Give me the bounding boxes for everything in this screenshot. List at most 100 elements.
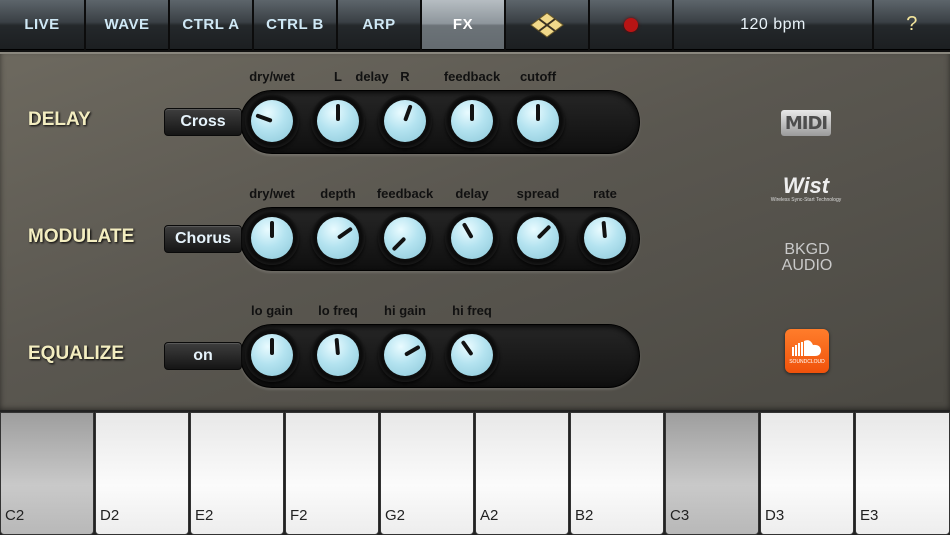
eq-hi-freq-knob[interactable] [445, 328, 499, 382]
modulate-delay-knob[interactable] [445, 211, 499, 265]
delay-left-knob[interactable] [311, 94, 365, 148]
modulate-feedback-knob[interactable] [378, 211, 432, 265]
knob-cap [251, 100, 293, 142]
tab-label: WAVE [104, 16, 150, 33]
piano-key[interactable]: G2 [380, 412, 474, 535]
knob-pointer [270, 221, 274, 238]
knob-pointer [336, 226, 354, 240]
tab-wave[interactable]: WAVE [86, 0, 168, 50]
wist-logo-button[interactable]: Wist Wireless Sync-Start Technology [770, 173, 842, 204]
tempo-value: 120 bpm [740, 15, 806, 33]
knob-pointer [334, 337, 340, 356]
knob-label: rate [593, 186, 617, 201]
tab-ctrl-b[interactable]: CTRL B [254, 0, 336, 50]
knob-cap [317, 217, 359, 259]
tab-live[interactable]: LIVE [0, 0, 84, 50]
delay-drywet-knob[interactable] [245, 94, 299, 148]
piano-key[interactable]: A2 [475, 412, 569, 535]
key-label: A2 [480, 507, 499, 524]
knob-cap [384, 100, 426, 142]
knob-cap [584, 217, 626, 259]
tab-arp[interactable]: ARP [338, 0, 420, 50]
key-label: G2 [385, 507, 406, 524]
eq-lo-freq-knob[interactable] [311, 328, 365, 382]
piano-key[interactable]: D3 [760, 412, 854, 535]
knob-cap [251, 334, 293, 376]
key-label: D3 [765, 507, 785, 524]
knob-pointer [536, 224, 552, 240]
equalize-knob-tray [240, 324, 640, 388]
tab-fx[interactable]: FX [422, 0, 504, 50]
modulate-mode-button[interactable]: Chorus [164, 225, 242, 253]
diamond-icon [530, 11, 564, 38]
piano-key[interactable]: C3 [665, 412, 759, 535]
eq-hi-gain-knob[interactable] [378, 328, 432, 382]
midi-logo-button[interactable]: MIDI [781, 110, 831, 136]
piano-key[interactable]: B2 [570, 412, 664, 535]
tab-label: FX [452, 16, 474, 33]
knob-label: dry/wet [249, 69, 295, 84]
knob-pointer [336, 104, 340, 121]
key-label: E2 [195, 507, 214, 524]
knob-pointer [255, 113, 273, 123]
delay-feedback-knob[interactable] [445, 94, 499, 148]
modulate-spread-knob[interactable] [511, 211, 565, 265]
key-label: D2 [100, 507, 120, 524]
knob-pointer [536, 104, 540, 121]
piano-key[interactable]: D2 [95, 412, 189, 535]
eq-lo-gain-knob[interactable] [245, 328, 299, 382]
tab-label: CTRL A [182, 16, 240, 33]
midi-logo-text: MIDI [784, 112, 828, 134]
knob-label: R [400, 69, 410, 84]
modulate-title: MODULATE [28, 226, 135, 247]
equalize-toggle-button[interactable]: on [164, 342, 242, 370]
help-button[interactable]: ? [874, 0, 950, 50]
piano-key[interactable]: E2 [190, 412, 284, 535]
diamond-menu-button[interactable] [506, 0, 588, 50]
knob-pointer [461, 222, 474, 239]
delay-mode-button[interactable]: Cross [164, 108, 242, 136]
record-icon [624, 17, 638, 32]
tab-ctrl-a[interactable]: CTRL A [170, 0, 252, 50]
knob-cap [317, 100, 359, 142]
knob-cap [317, 334, 359, 376]
key-label: C3 [670, 507, 690, 524]
top-nav: LIVE WAVE CTRL A CTRL B ARP FX 120 bpm ? [0, 0, 950, 50]
help-label: ? [906, 13, 918, 35]
modulate-drywet-knob[interactable] [245, 211, 299, 265]
soundcloud-button[interactable]: SOUNDCLOUD [785, 329, 829, 373]
tempo-button[interactable]: 120 bpm [674, 0, 872, 50]
tab-label: LIVE [24, 16, 60, 33]
delay-knob-tray [240, 90, 640, 154]
background-audio-label: BKGD AUDIO [781, 241, 833, 274]
equalize-title: EQUALIZE [28, 343, 125, 364]
tab-label: ARP [362, 16, 396, 33]
modulate-depth-knob[interactable] [311, 211, 365, 265]
delay-title: DELAY [28, 109, 91, 130]
knob-pointer [470, 104, 474, 121]
knob-pointer [460, 339, 474, 357]
piano-key[interactable]: F2 [285, 412, 379, 535]
knob-cap [384, 217, 426, 259]
modulate-rate-knob[interactable] [578, 211, 632, 265]
knob-pointer [601, 220, 607, 239]
knob-pointer [403, 104, 413, 122]
knob-cap [451, 217, 493, 259]
background-audio-button[interactable]: BKGD AUDIO [772, 242, 842, 274]
knob-label: hi freq [452, 303, 492, 318]
knob-cap [517, 217, 559, 259]
knob-pointer [270, 338, 274, 355]
delay-cutoff-knob[interactable] [511, 94, 565, 148]
key-label: B2 [575, 507, 594, 524]
piano-key[interactable]: E3 [855, 412, 950, 535]
piano-key[interactable]: C2 [0, 412, 94, 535]
soundcloud-icon [792, 340, 821, 356]
knob-cap [251, 217, 293, 259]
key-label: C2 [5, 507, 25, 524]
wist-logo-text: Wist [782, 173, 830, 198]
soundcloud-label: SOUNDCLOUD [789, 359, 825, 365]
key-label: E3 [860, 507, 879, 524]
record-button[interactable] [590, 0, 672, 50]
delay-right-knob[interactable] [378, 94, 432, 148]
knob-pointer [391, 236, 407, 252]
